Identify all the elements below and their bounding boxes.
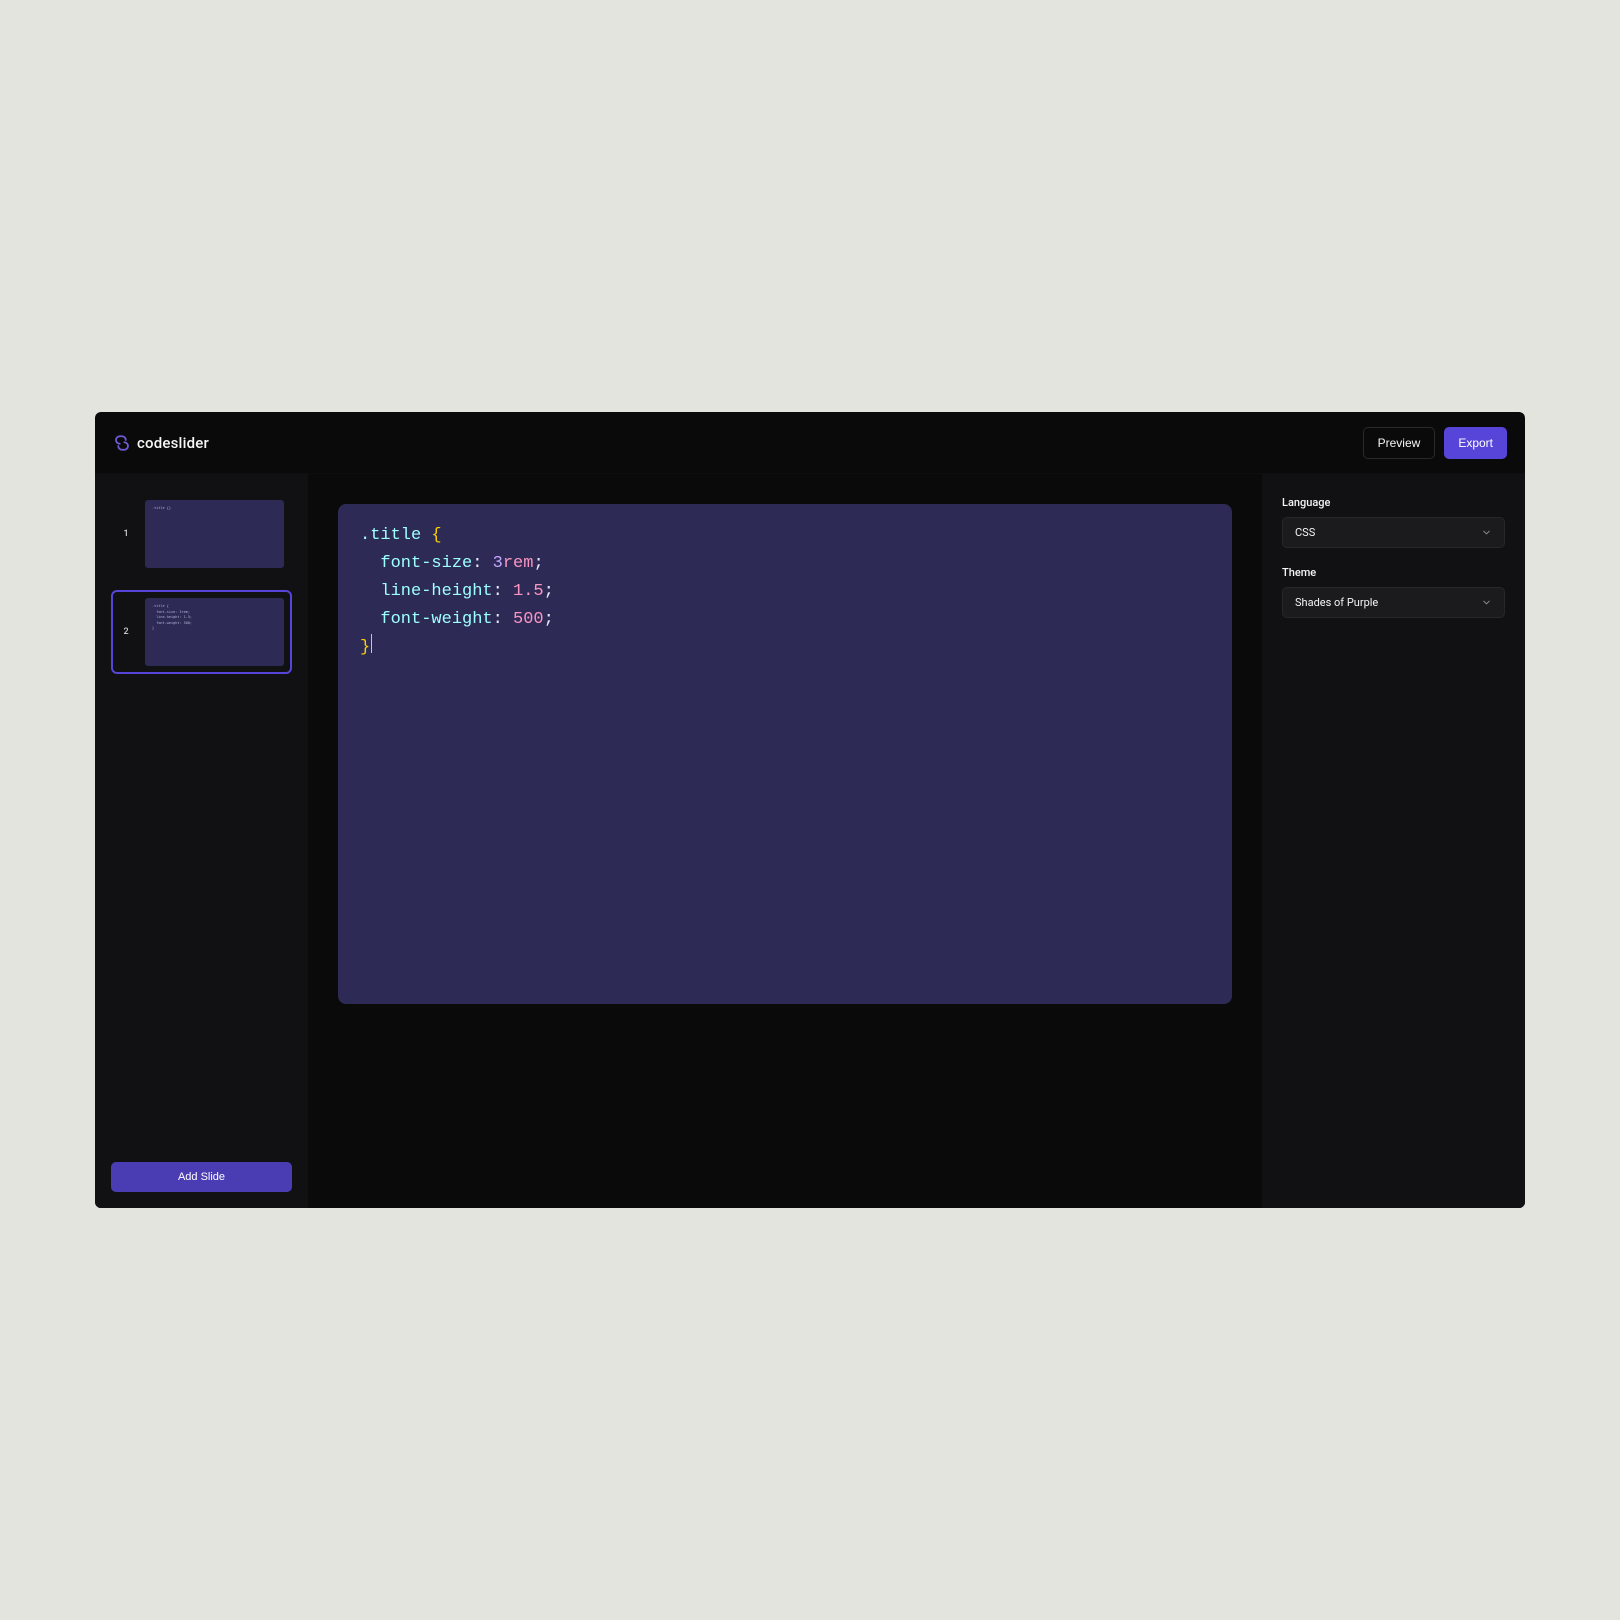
slide-preview: .title {} xyxy=(145,500,284,568)
slide-preview: .title { font-size: 3rem; line-height: 1… xyxy=(145,598,284,666)
sidebar-footer: Add Slide xyxy=(95,1146,308,1208)
theme-field: Theme Shades of Purple xyxy=(1282,566,1505,618)
slides-list: 1 .title {} 2 .title { font-size: 3rem; lin… xyxy=(95,474,308,1146)
chevron-down-icon xyxy=(1481,597,1492,608)
theme-label: Theme xyxy=(1282,566,1505,579)
language-label: Language xyxy=(1282,496,1505,509)
theme-select[interactable]: Shades of Purple xyxy=(1282,587,1505,618)
properties-panel: Language CSS Theme Shades of Purple xyxy=(1262,474,1525,1208)
body: 1 .title {} 2 .title { font-size: 3rem; lin… xyxy=(95,474,1525,1208)
logo: codeslider xyxy=(113,434,209,452)
text-cursor xyxy=(371,634,372,653)
header-bar: codeslider Preview Export xyxy=(95,412,1525,474)
editor-area: .title { font-size: 3rem; line-height: 1… xyxy=(308,474,1262,1208)
logo-icon xyxy=(113,434,131,452)
slide-thumbnail[interactable]: 1 .title {} xyxy=(111,492,292,576)
theme-value: Shades of Purple xyxy=(1295,596,1378,609)
code-editor[interactable]: .title { font-size: 3rem; line-height: 1… xyxy=(338,504,1232,1004)
slide-number: 1 xyxy=(119,529,133,539)
add-slide-button[interactable]: Add Slide xyxy=(111,1162,292,1192)
slides-sidebar: 1 .title {} 2 .title { font-size: 3rem; lin… xyxy=(95,474,308,1208)
language-value: CSS xyxy=(1295,526,1315,539)
language-select[interactable]: CSS xyxy=(1282,517,1505,548)
chevron-down-icon xyxy=(1481,527,1492,538)
export-button[interactable]: Export xyxy=(1444,427,1507,459)
slide-number: 2 xyxy=(119,627,133,637)
header-actions: Preview Export xyxy=(1363,427,1507,459)
app-window: codeslider Preview Export 1 .title {} 2 .ti… xyxy=(95,412,1525,1208)
language-field: Language CSS xyxy=(1282,496,1505,548)
logo-text: codeslider xyxy=(137,434,209,452)
slide-thumbnail[interactable]: 2 .title { font-size: 3rem; line-height: … xyxy=(111,590,292,674)
preview-button[interactable]: Preview xyxy=(1363,427,1436,459)
